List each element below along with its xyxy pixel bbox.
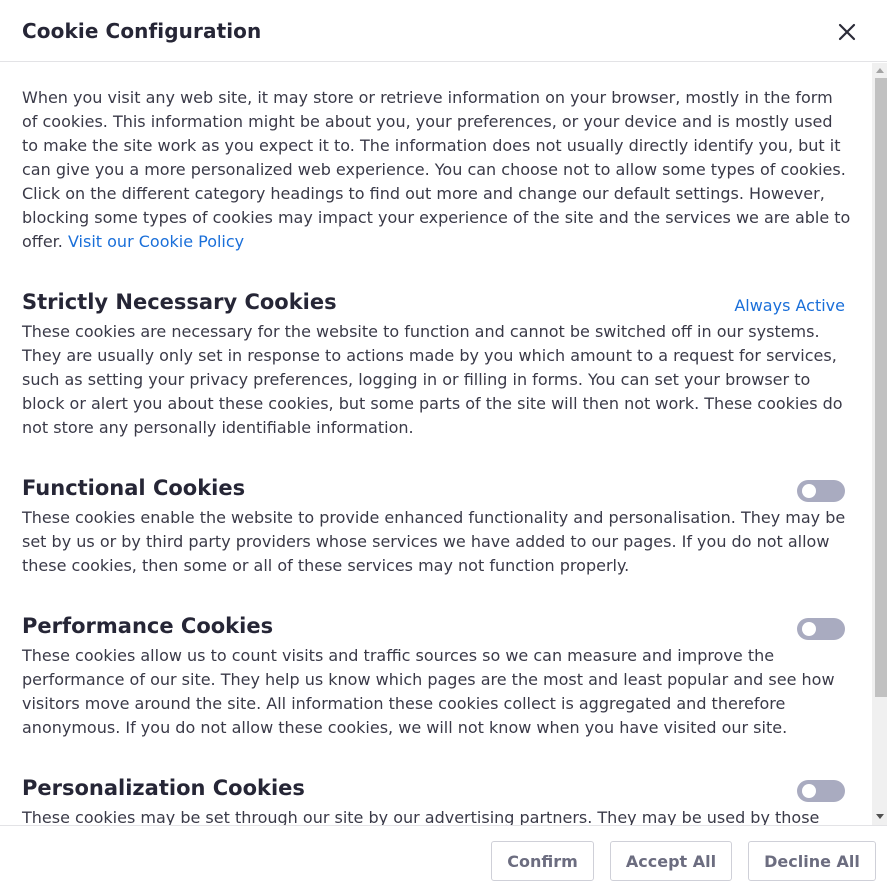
- section-functional: Functional Cookies These cookies enable …: [22, 473, 852, 578]
- intro-paragraph: When you visit any web site, it may stor…: [22, 86, 852, 254]
- section-personalization: Personalization Cookies These cookies ma…: [22, 773, 852, 825]
- close-icon: [838, 23, 856, 41]
- cookie-policy-link[interactable]: Visit our Cookie Policy: [68, 232, 244, 251]
- section-strictly-necessary: Strictly Necessary Cookies Always Active…: [22, 287, 852, 440]
- confirm-button[interactable]: Confirm: [491, 841, 594, 881]
- dialog-title: Cookie Configuration: [22, 19, 262, 43]
- decline-all-button[interactable]: Decline All: [748, 841, 876, 881]
- section-title[interactable]: Personalization Cookies: [22, 776, 305, 800]
- performance-cookies-toggle[interactable]: [797, 618, 845, 640]
- section-title[interactable]: Functional Cookies: [22, 476, 245, 500]
- personalization-cookies-toggle[interactable]: [797, 780, 845, 802]
- toggle-knob: [802, 784, 816, 798]
- scroll-up-arrow-icon[interactable]: [876, 68, 884, 73]
- toggle-knob: [802, 484, 816, 498]
- accept-all-button[interactable]: Accept All: [610, 841, 732, 881]
- toggle-knob: [802, 622, 816, 636]
- dialog-content: When you visit any web site, it may stor…: [0, 63, 887, 825]
- intro-text: When you visit any web site, it may stor…: [22, 88, 851, 251]
- section-description: These cookies are necessary for the webs…: [22, 322, 843, 437]
- content-scrollbar[interactable]: [872, 63, 887, 825]
- section-description: These cookies may be set through our sit…: [22, 808, 820, 825]
- dialog-header: Cookie Configuration: [0, 0, 887, 62]
- section-description: These cookies allow us to count visits a…: [22, 646, 835, 737]
- dialog-footer: Confirm Accept All Decline All: [0, 825, 887, 894]
- section-performance: Performance Cookies These cookies allow …: [22, 611, 852, 740]
- section-title[interactable]: Strictly Necessary Cookies: [22, 290, 337, 314]
- scroll-down-arrow-icon[interactable]: [876, 814, 884, 819]
- section-description: These cookies enable the website to prov…: [22, 508, 846, 575]
- close-button[interactable]: [834, 19, 860, 45]
- scrollbar-thumb[interactable]: [875, 78, 887, 697]
- always-active-label: Always Active: [734, 295, 845, 315]
- functional-cookies-toggle[interactable]: [797, 480, 845, 502]
- section-title[interactable]: Performance Cookies: [22, 614, 273, 638]
